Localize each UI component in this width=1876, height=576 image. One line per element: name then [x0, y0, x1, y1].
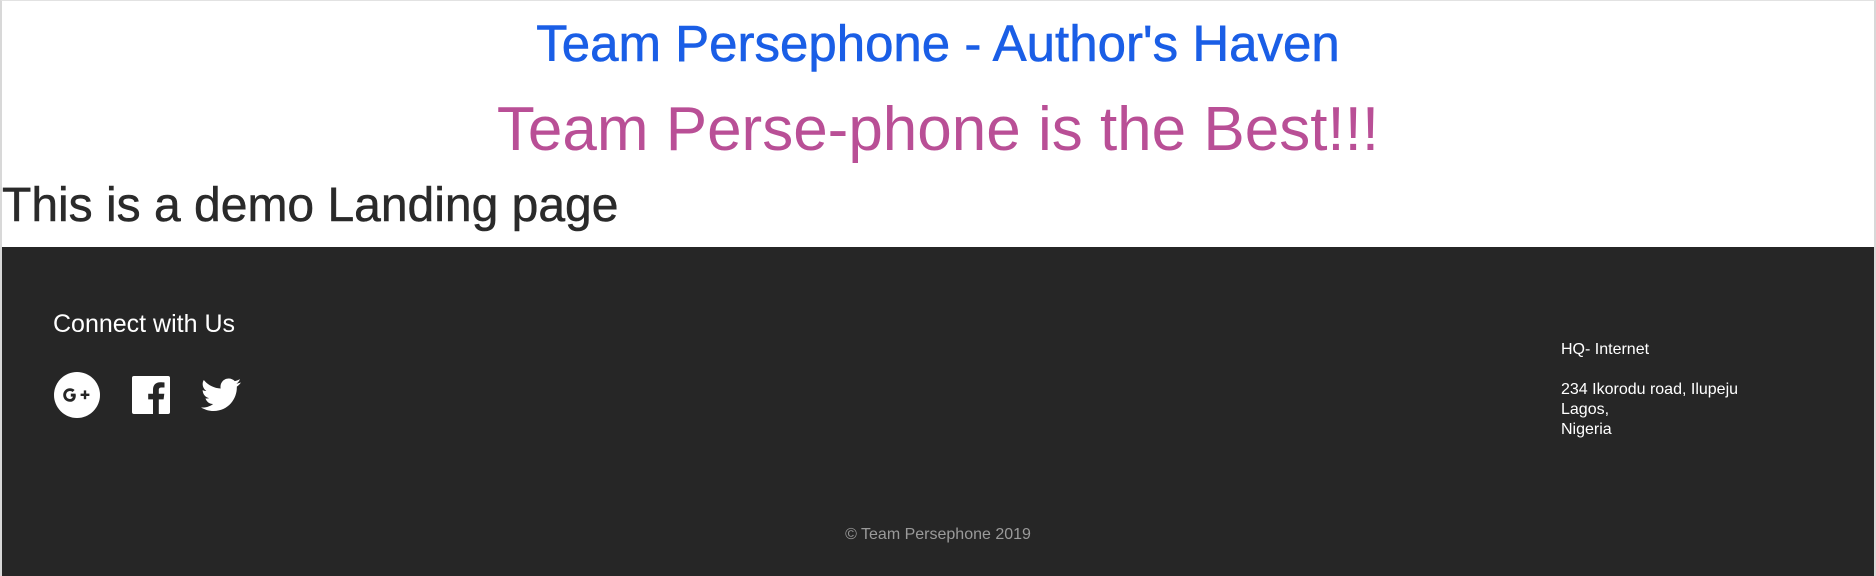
page-title: Team Persephone - Author's Haven	[536, 15, 1340, 73]
social-links	[53, 371, 241, 419]
copyright: © Team Persephone 2019	[845, 526, 1031, 543]
address-block: HQ- Internet 234 Ikorodu road, Ilupeju L…	[1561, 340, 1841, 440]
twitter-link[interactable]	[201, 378, 241, 412]
footer: Connect with Us HQ- Internet 234 Ikorodu…	[2, 247, 1874, 576]
facebook-icon	[132, 376, 170, 414]
hero-section: Team Persephone - Author's Haven Team Pe…	[2, 1, 1874, 240]
address-country: Nigeria	[1561, 421, 1612, 438]
address-city: Lagos,	[1561, 401, 1610, 418]
address-hq: HQ- Internet	[1561, 341, 1650, 358]
facebook-link[interactable]	[131, 375, 171, 415]
google-plus-icon	[54, 372, 100, 418]
landing-subheading: This is a demo Landing page	[2, 179, 619, 233]
connect-heading: Connect with Us	[53, 310, 236, 338]
twitter-icon	[201, 378, 241, 411]
page: Team Persephone - Author's Haven Team Pe…	[0, 0, 1876, 576]
tagline: Team Perse-phone is the Best!!!	[496, 95, 1380, 164]
address-street: 234 Ikorodu road, Ilupeju	[1561, 381, 1739, 398]
google-plus-link[interactable]	[53, 371, 101, 419]
